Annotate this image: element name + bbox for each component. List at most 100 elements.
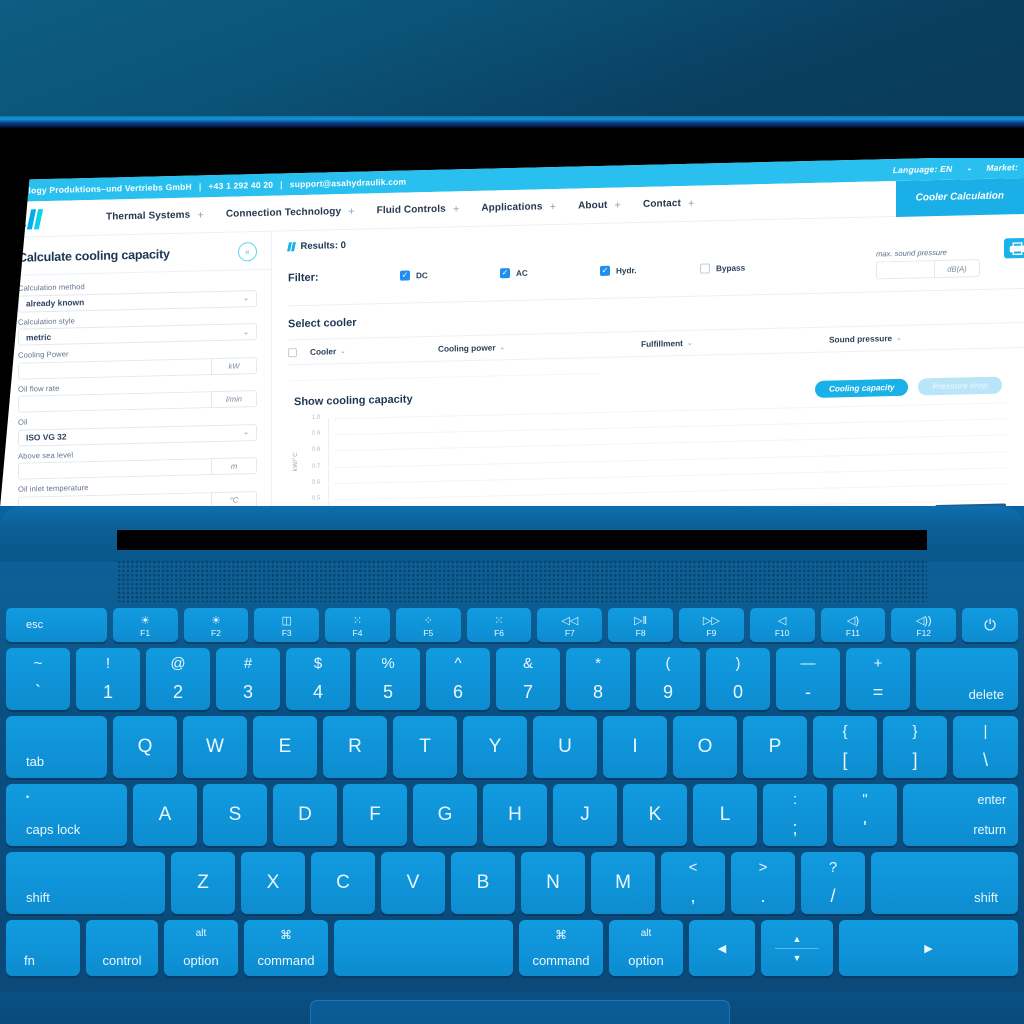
max-sound-pressure-input[interactable] <box>876 260 934 280</box>
oil-select[interactable]: ISO VG 32 ⌄ <box>18 423 257 447</box>
key-f2[interactable]: ☀ F2 <box>183 608 249 642</box>
cooler-calculation-button[interactable]: Cooler Calculation <box>895 177 1024 217</box>
key-s[interactable]: S <box>203 784 267 846</box>
support-email[interactable]: support@asahydraulik.com <box>290 177 407 190</box>
key-f[interactable]: F <box>343 784 407 846</box>
trackpad[interactable] <box>310 1000 730 1024</box>
key-command-right[interactable]: ⌘ command <box>519 920 603 976</box>
key-backtick[interactable]: ~ ` <box>6 648 70 710</box>
filter-ac[interactable]: ✓ AC <box>500 266 600 279</box>
checkbox-select-all[interactable] <box>288 347 297 357</box>
key-f9[interactable]: ▷▷ F9 <box>678 608 744 642</box>
key-k[interactable]: K <box>623 784 687 846</box>
key-arrow-updown[interactable]: ▲ ▼ <box>761 920 833 976</box>
key-quote[interactable]: " ' <box>833 784 897 846</box>
key-b[interactable]: B <box>451 852 515 914</box>
plus-icon[interactable]: + <box>348 205 355 217</box>
chevron-down-icon[interactable]: ⌄ <box>966 164 972 172</box>
nav-item-applications[interactable]: Applications + <box>481 201 556 215</box>
key-power[interactable]: ⏻ <box>962 608 1018 642</box>
tab-cooling-capacity[interactable]: Cooling capacity <box>814 378 909 398</box>
key-t[interactable]: T <box>393 716 457 778</box>
key-7[interactable]: & 7 <box>496 648 560 710</box>
key-a[interactable]: A <box>133 784 197 846</box>
filter-dc[interactable]: ✓ DC <box>400 268 500 281</box>
market-selector[interactable]: Market: <box>986 162 1018 173</box>
column-header-cooling-power[interactable]: Cooling power ⌄ <box>438 339 641 353</box>
oil-flow-rate-input[interactable] <box>18 391 211 413</box>
key-f5[interactable]: ⁘ F5 <box>395 608 461 642</box>
calculation-style-select[interactable]: metric ⌄ <box>18 323 257 346</box>
key-r[interactable]: R <box>323 716 387 778</box>
key-tab[interactable]: tab <box>6 716 107 778</box>
key-1[interactable]: ! 1 <box>76 648 140 710</box>
column-header-sound-pressure[interactable]: Sound pressure ⌄ <box>829 331 989 344</box>
key-backslash[interactable]: | \ <box>953 716 1018 778</box>
nav-item-contact[interactable]: Contact + <box>643 197 694 210</box>
key-spacebar[interactable] <box>334 920 513 976</box>
key-arrow-up[interactable]: ▲ <box>761 920 833 946</box>
key-8[interactable]: * 8 <box>566 648 630 710</box>
filter-hydr[interactable]: ✓ Hydr. <box>600 264 700 276</box>
key-f7[interactable]: ◁◁ F7 <box>537 608 603 642</box>
key-slash[interactable]: ? / <box>801 852 865 914</box>
key-m[interactable]: M <box>591 852 655 914</box>
oil-inlet-temperature-input[interactable] <box>18 491 211 506</box>
key-5[interactable]: % 5 <box>356 648 420 710</box>
key-w[interactable]: W <box>183 716 247 778</box>
column-header-fulfillment[interactable]: Fulfillment ⌄ <box>641 335 829 349</box>
key-2[interactable]: @ 2 <box>146 648 210 710</box>
checkbox-ac[interactable]: ✓ <box>500 268 510 279</box>
key-c[interactable]: C <box>311 852 375 914</box>
key-x[interactable]: X <box>241 852 305 914</box>
key-i[interactable]: I <box>603 716 667 778</box>
collapse-sidebar-button[interactable]: « <box>238 242 257 262</box>
key-f10[interactable]: ◁ F10 <box>749 608 815 642</box>
key-6[interactable]: ^ 6 <box>426 648 490 710</box>
key-period[interactable]: > . <box>731 852 795 914</box>
nav-item-connection-technology[interactable]: Connection Technology + <box>226 205 355 220</box>
key-f11[interactable]: ◁) F11 <box>820 608 886 642</box>
above-sea-level-input[interactable] <box>18 458 211 480</box>
plus-icon[interactable]: + <box>550 201 557 213</box>
key-esc[interactable]: esc <box>6 608 107 642</box>
column-header-cooler[interactable]: Cooler ⌄ <box>310 344 438 357</box>
key-h[interactable]: H <box>483 784 547 846</box>
print-icon[interactable] <box>1004 237 1024 259</box>
key-arrow-right[interactable]: ▶ <box>839 920 1018 976</box>
key-f4[interactable]: ⁙ F4 <box>325 608 390 642</box>
key-l[interactable]: L <box>693 784 757 846</box>
key-f6[interactable]: ⁙ F6 <box>466 608 532 642</box>
nav-item-thermal-systems[interactable]: Thermal Systems + <box>106 209 204 223</box>
key-arrow-down[interactable]: ▼ <box>761 951 833 977</box>
key-q[interactable]: Q <box>113 716 177 778</box>
key-equals[interactable]: + = <box>846 648 910 710</box>
key-command-left[interactable]: ⌘ command <box>244 920 328 976</box>
key-f1[interactable]: ☀ F1 <box>112 608 178 642</box>
language-selector[interactable]: Language: EN <box>893 164 953 175</box>
tab-pressure-drop[interactable]: Pressure drop <box>918 376 1002 396</box>
key-p[interactable]: P <box>743 716 807 778</box>
key-shift-left[interactable]: shift <box>6 852 165 914</box>
checkbox-bypass[interactable] <box>700 263 710 274</box>
plus-icon[interactable]: + <box>614 199 621 211</box>
key-f8[interactable]: ▷ǁ F8 <box>608 608 673 642</box>
filter-bypass[interactable]: Bypass <box>700 261 800 274</box>
key-bracket-right[interactable]: } ] <box>883 716 947 778</box>
key-3[interactable]: # 3 <box>216 648 280 710</box>
calculation-method-select[interactable]: already known ⌄ <box>18 289 257 313</box>
key-return[interactable]: enter return <box>903 784 1018 846</box>
key-option-left[interactable]: alt option <box>164 920 238 976</box>
checkbox-hydr[interactable]: ✓ <box>600 265 610 276</box>
plus-icon[interactable]: + <box>453 203 460 215</box>
key-0[interactable]: ) 0 <box>706 648 770 710</box>
key-minus[interactable]: — - <box>776 648 840 710</box>
key-caps-lock[interactable]: • caps lock <box>6 784 127 846</box>
key-option-right[interactable]: alt option <box>609 920 683 976</box>
key-shift-right[interactable]: shift <box>871 852 1018 914</box>
key-bracket-left[interactable]: { [ <box>813 716 877 778</box>
key-f12[interactable]: ◁)) F12 <box>891 608 957 642</box>
phone-number[interactable]: +43 1 292 40 20 <box>208 180 273 192</box>
key-9[interactable]: ( 9 <box>636 648 700 710</box>
key-d[interactable]: D <box>273 784 337 846</box>
